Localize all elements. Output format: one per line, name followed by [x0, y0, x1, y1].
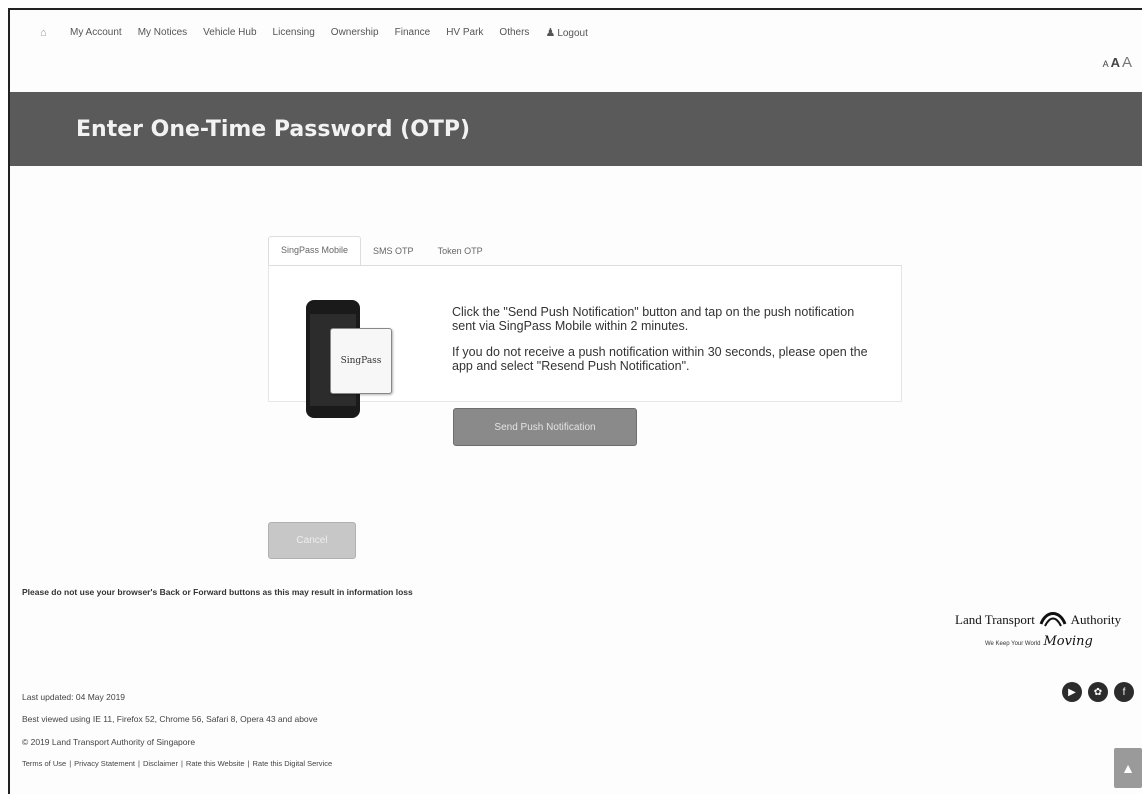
otp-instructions: Click the "Send Push Notification" butto… — [452, 305, 872, 385]
tab-sms-otp[interactable]: SMS OTP — [361, 238, 426, 266]
lta-name-left: Land Transport — [955, 612, 1035, 627]
logout-label: Logout — [557, 28, 588, 39]
nav-my-notices[interactable]: My Notices — [138, 27, 187, 38]
link-separator: | — [69, 759, 72, 768]
font-size-controls: AAA — [1103, 54, 1132, 71]
link-separator: | — [247, 759, 250, 768]
nav-ownership[interactable]: Ownership — [331, 27, 379, 38]
rate-website-link[interactable]: Rate this Website — [186, 759, 245, 768]
top-nav: ⌂ My Account My Notices Vehicle Hub Lice… — [40, 26, 604, 40]
disclaimer-link[interactable]: Disclaimer — [143, 759, 178, 768]
nav-licensing[interactable]: Licensing — [273, 27, 315, 38]
lta-logo-name: Land Transport Authority — [955, 604, 1121, 628]
lta-tagline: We Keep Your World Moving — [985, 634, 1093, 649]
footer-links: Terms of Use | Privacy Statement | Disclai… — [22, 759, 332, 768]
lta-logo[interactable]: Land Transport Authority We Keep Your Wo… — [955, 600, 1142, 660]
font-size-medium[interactable]: A — [1111, 55, 1120, 70]
terms-of-use-link[interactable]: Terms of Use — [22, 759, 66, 768]
cancel-button[interactable]: Cancel — [268, 522, 356, 559]
logout-link[interactable]: ♟ Logout — [545, 26, 587, 39]
tab-token-otp[interactable]: Token OTP — [426, 238, 495, 266]
nav-my-account[interactable]: My Account — [70, 27, 122, 38]
link-separator: | — [180, 759, 183, 768]
browser-support: Best viewed using IE 11, Firefox 52, Chr… — [22, 714, 318, 724]
title-banner: Enter One-Time Password (OTP) — [10, 92, 1142, 166]
facebook-icon[interactable]: f — [1114, 682, 1134, 702]
lta-tagline-script: Moving — [1043, 634, 1093, 649]
font-size-small[interactable]: A — [1103, 59, 1109, 69]
instruction-paragraph-2: If you do not receive a push notificatio… — [452, 345, 868, 373]
navigation-warning: Please do not use your browser's Back or… — [22, 587, 413, 597]
phone-illustration: SingPass — [306, 300, 392, 418]
nav-hv-park[interactable]: HV Park — [446, 27, 483, 38]
instruction-paragraph-1: Click the "Send Push Notification" butto… — [452, 305, 855, 333]
page-title: Enter One-Time Password (OTP) — [76, 117, 471, 142]
last-updated: Last updated: 04 May 2019 — [22, 692, 126, 702]
privacy-statement-link[interactable]: Privacy Statement — [74, 759, 135, 768]
nav-finance[interactable]: Finance — [395, 27, 431, 38]
nav-vehicle-hub[interactable]: Vehicle Hub — [203, 27, 256, 38]
lta-tagline-text: We Keep Your World — [985, 641, 1041, 647]
lta-name-right: Authority — [1070, 612, 1122, 627]
home-icon[interactable]: ⌂ — [40, 27, 52, 39]
user-icon: ♟ — [545, 27, 556, 39]
singpass-card: SingPass — [330, 328, 392, 394]
nav-others[interactable]: Others — [499, 27, 529, 38]
youtube-icon[interactable]: ▶ — [1062, 682, 1082, 702]
tab-singpass-mobile[interactable]: SingPass Mobile — [268, 236, 362, 266]
rate-digital-service-link[interactable]: Rate this Digital Service — [253, 759, 333, 768]
font-size-large[interactable]: A — [1122, 54, 1132, 71]
link-separator: | — [138, 759, 140, 768]
back-to-top-icon[interactable]: ▲ — [1114, 748, 1142, 788]
otp-method-tabs: SingPass Mobile SMS OTP Token OTP — [268, 236, 495, 266]
lta-emblem-icon — [1039, 612, 1067, 627]
send-push-notification-button[interactable]: Send Push Notification — [453, 408, 637, 446]
twitter-icon[interactable]: ✿ — [1088, 682, 1108, 702]
copyright: © 2019 Land Transport Authority of Singa… — [22, 737, 196, 747]
